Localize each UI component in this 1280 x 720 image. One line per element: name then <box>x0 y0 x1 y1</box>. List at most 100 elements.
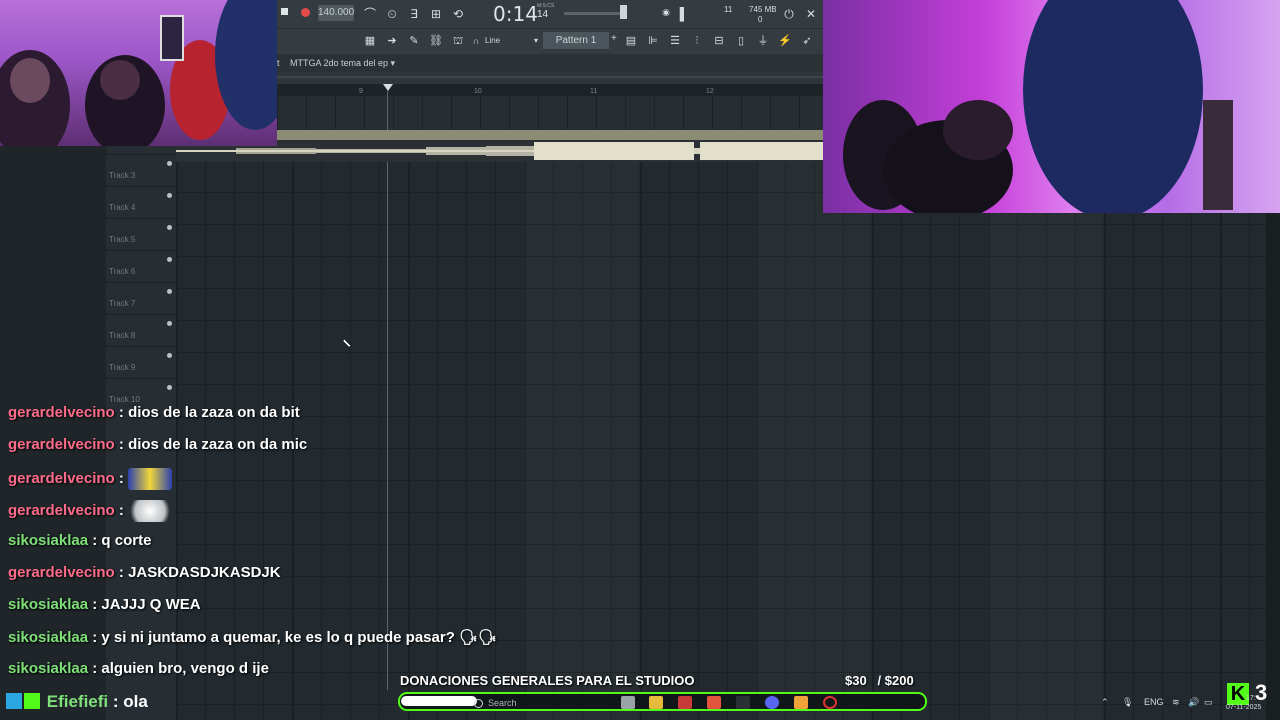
track-mute-dot[interactable] <box>167 193 172 198</box>
chat-separator: : <box>114 404 129 421</box>
close-icon[interactable]: ✕ <box>802 5 820 23</box>
countdown-icon[interactable]: ∃ <box>405 5 423 23</box>
clipboard-icon[interactable]: ▯ <box>732 33 750 49</box>
ruler-label: 9 <box>359 88 363 95</box>
audio-clip-header[interactable] <box>277 130 823 140</box>
pitch-icon[interactable]: ◉ <box>657 3 675 21</box>
sliders-icon[interactable]: ⫶ <box>688 33 706 49</box>
folder-icon[interactable] <box>649 696 663 709</box>
track-mute-dot[interactable] <box>167 225 172 230</box>
snap-select[interactable]: Line <box>483 33 525 49</box>
battery-icon[interactable]: ▭ <box>1204 697 1213 708</box>
bird-icon[interactable]: ➶ <box>798 33 816 49</box>
track-mute-dot[interactable] <box>167 353 172 358</box>
clock-date: 07-11-2025 <box>1226 704 1262 711</box>
add-pattern-icon[interactable]: + <box>611 33 617 44</box>
playhead-marker[interactable] <box>383 84 393 91</box>
chat-text: y si ni juntamo a quemar, ke es lo q pue… <box>101 629 498 646</box>
discord-icon[interactable] <box>765 696 779 709</box>
chat-message: gerardelvecino : <box>8 500 173 522</box>
track-mute-dot[interactable] <box>167 321 172 326</box>
playlist-scrollbar[interactable] <box>1266 146 1280 720</box>
chat-username: sikosiaklaa <box>8 660 89 677</box>
chat-message: sikosiaklaa : y si ni juntamo a quemar, … <box>8 628 497 650</box>
stop-button[interactable] <box>281 8 288 15</box>
browser-icon[interactable]: ⊟ <box>710 33 728 49</box>
obs-icon[interactable] <box>794 696 808 709</box>
stamp-icon[interactable]: ⛫ <box>449 33 467 49</box>
track-header[interactable]: Track 8 <box>106 314 176 346</box>
webcam-left <box>0 0 277 146</box>
chat-separator: : <box>88 660 102 677</box>
wand-icon[interactable]: ⚡ <box>776 33 794 49</box>
tempo-display[interactable]: 140.000 <box>318 5 354 21</box>
track-mute-dot[interactable] <box>167 385 172 390</box>
clock-time: 17: <box>1246 695 1256 702</box>
track-header[interactable]: Track 3 <box>106 154 176 186</box>
plugin-icon[interactable]: ⏚ <box>754 33 772 49</box>
chat-text: JASKDASDJKASDJK <box>128 564 281 581</box>
chat-separator: : <box>88 532 102 549</box>
chat-separator: : <box>114 436 129 453</box>
channel-rack-icon[interactable]: ⊫ <box>644 33 662 49</box>
track-mute-dot[interactable] <box>167 289 172 294</box>
grid-shade <box>523 160 639 720</box>
master-volume-slider[interactable] <box>564 12 624 15</box>
chrome-icon[interactable] <box>823 696 837 709</box>
step-edit-icon[interactable]: ⊞ <box>427 5 445 23</box>
master-volume-knob[interactable] <box>620 5 627 19</box>
track-header[interactable]: Track 5 <box>106 218 176 250</box>
track-header[interactable]: Track 6 <box>106 250 176 282</box>
track-mute-dot[interactable] <box>167 161 172 166</box>
ruler-label: 11 <box>590 88 598 95</box>
song-time: 0:14 <box>493 2 538 26</box>
polyphony-meter: 0 <box>758 15 763 24</box>
volume-icon[interactable]: 🔊 <box>1188 697 1199 708</box>
track-header[interactable]: Track 7 <box>106 282 176 314</box>
pencil-icon[interactable]: ✎ <box>405 33 423 49</box>
arrow-icon[interactable]: ➜ <box>383 33 401 49</box>
wifi-icon[interactable]: ≋ <box>1172 697 1180 708</box>
track-label: Track 7 <box>109 299 136 308</box>
chat-message: gerardelvecino : <box>8 468 173 490</box>
mic <box>943 100 1013 160</box>
chevron-up-icon[interactable]: ⌃ <box>1101 697 1109 708</box>
playhead-line <box>387 90 388 690</box>
guitar <box>1203 100 1233 210</box>
power-icon[interactable]: ⏻ <box>780 5 798 23</box>
app-icon[interactable] <box>678 696 692 709</box>
pattern-selector[interactable]: Pattern 1 <box>543 32 609 49</box>
chat-message: gerardelvecino : dios de la zaza on da b… <box>8 404 300 426</box>
fl-studio-icon[interactable] <box>736 696 750 709</box>
ruler-label: 12 <box>706 88 714 95</box>
track-mute-dot[interactable] <box>167 257 172 262</box>
metronome-icon[interactable]: ⌒ <box>361 5 379 23</box>
loop-record-icon[interactable]: ⟲ <box>449 5 467 23</box>
mic-icon[interactable]: 🎙 <box>1122 697 1133 708</box>
memory-meter: 745 MB <box>749 5 777 14</box>
webcam-right <box>823 0 1280 213</box>
kick-badge-icon <box>24 693 40 709</box>
chat-message: sikosiaklaa : alguien bro, vengo d ije <box>8 660 269 682</box>
language-indicator[interactable]: ENG <box>1144 697 1164 707</box>
track-label: Track 5 <box>109 235 136 244</box>
fl-studio-window: 140.000 ⌒ ⏲ ∃ ⊞ ⟲ 0:14 M:S:CS 14 ◉ ▌ 11 … <box>277 0 823 146</box>
taskbar-search[interactable]: Search <box>470 696 610 711</box>
mixer-icon[interactable]: ☰ <box>666 33 684 49</box>
minion-emote <box>128 468 173 490</box>
track-label: Track 4 <box>109 203 136 212</box>
track-label: Track 6 <box>109 267 136 276</box>
playlist-icon[interactable]: ▤ <box>622 33 640 49</box>
face <box>10 58 50 103</box>
brave-icon[interactable] <box>707 696 721 709</box>
track-header[interactable]: Track 4 <box>106 186 176 218</box>
track-label: Track 3 <box>109 171 136 180</box>
track-header[interactable]: Track 9 <box>106 346 176 378</box>
person <box>1023 0 1203 213</box>
link-icon[interactable]: ⛓ <box>427 33 445 49</box>
project-title[interactable]: MTTGA 2do tema del ep ▾ <box>290 58 395 69</box>
record-button[interactable] <box>301 8 310 17</box>
task-view-icon[interactable] <box>621 696 635 709</box>
piano-icon[interactable]: ▦ <box>361 33 379 49</box>
wait-icon[interactable]: ⏲ <box>383 5 401 23</box>
